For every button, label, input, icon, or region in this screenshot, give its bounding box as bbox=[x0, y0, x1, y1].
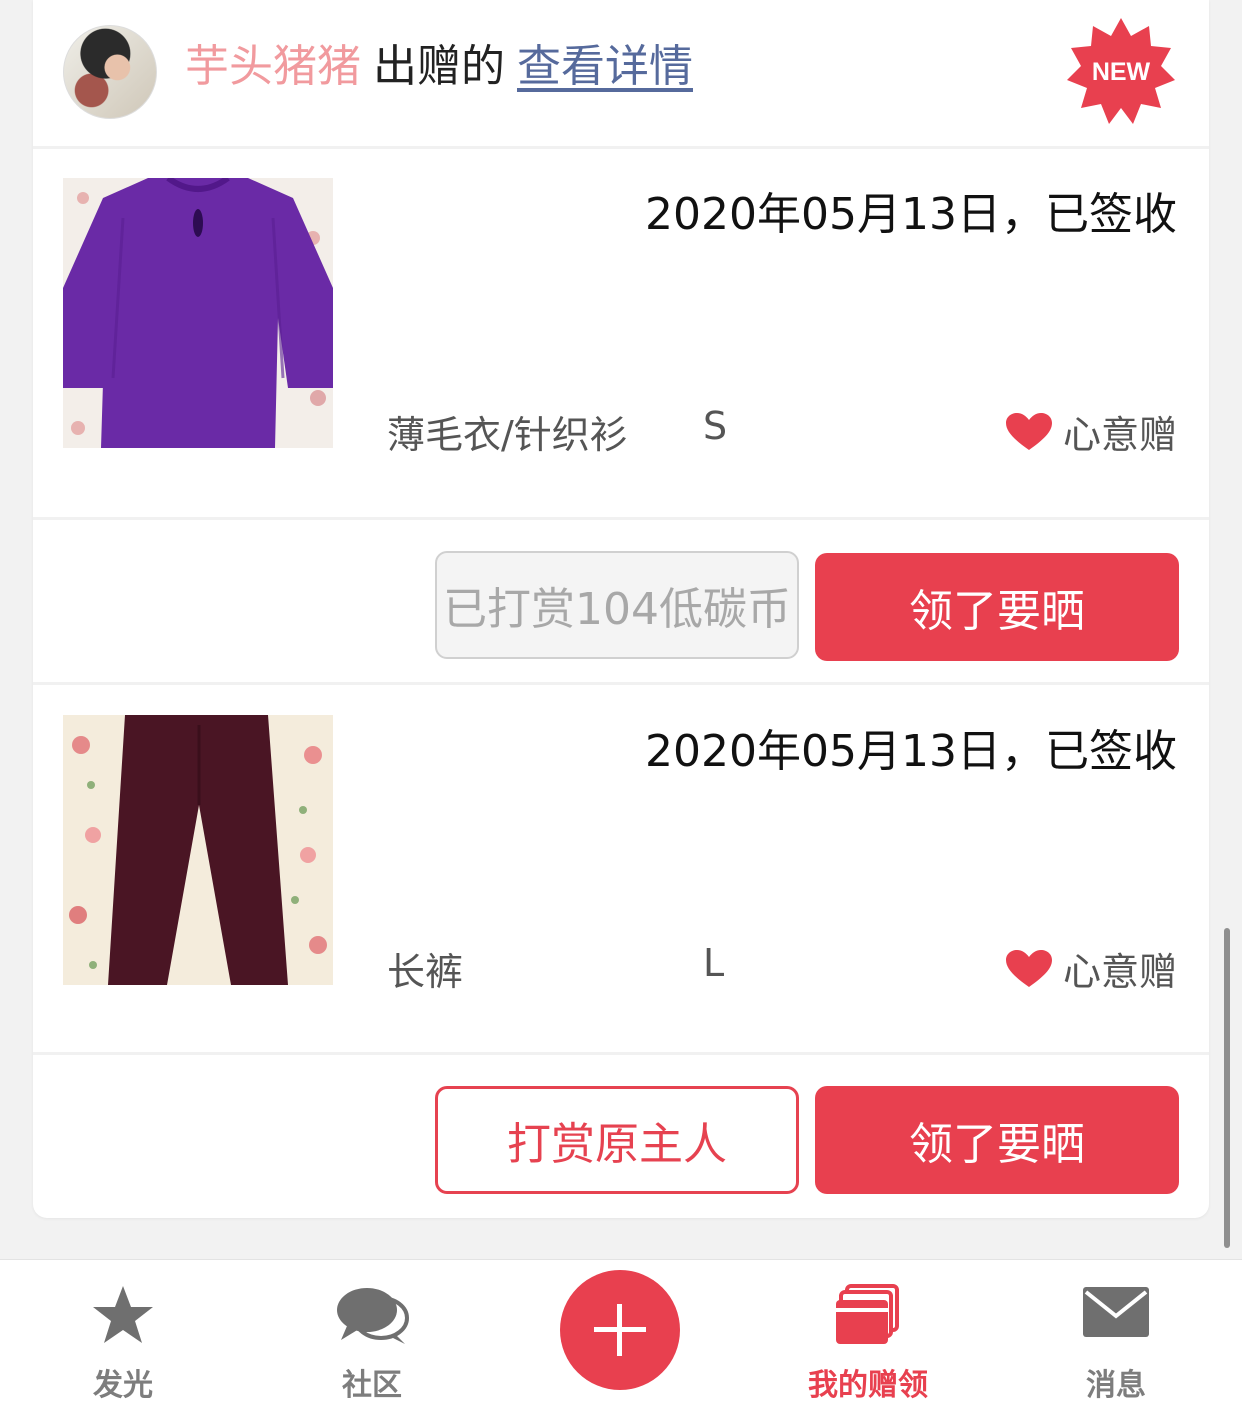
gift-type-label: 心意赠 bbox=[1062, 413, 1177, 457]
tab-my-gifts[interactable]: 我的赠领 bbox=[768, 1260, 968, 1407]
item-photo-purple-sweater[interactable] bbox=[63, 178, 333, 448]
share-received-button[interactable]: 领了要晒 bbox=[815, 1086, 1179, 1194]
tab-label: 发光 bbox=[93, 1368, 153, 1403]
heart-icon bbox=[1005, 949, 1052, 987]
item-date-status: 2020年05月13日，已签收 bbox=[645, 726, 1177, 777]
star-icon bbox=[93, 1286, 153, 1343]
gift-type-label: 心意赠 bbox=[1062, 950, 1177, 994]
tipped-status-button: 已打赏104低碳币 bbox=[435, 551, 799, 659]
item-size: S bbox=[703, 404, 728, 448]
card-header: 芋头猪猪 出赠的 查看详情 NEW bbox=[33, 0, 1209, 146]
tab-shine[interactable]: 发光 bbox=[23, 1260, 223, 1407]
envelope-icon bbox=[1083, 1287, 1149, 1337]
donor-line: 芋头猪猪 出赠的 查看详情 bbox=[185, 36, 693, 98]
gift-type: 心意赠 bbox=[1005, 404, 1177, 459]
item-category: 薄毛衣/针织衫 bbox=[387, 413, 628, 457]
share-received-button[interactable]: 领了要晒 bbox=[815, 553, 1179, 661]
view-details-link[interactable]: 查看详情 bbox=[517, 41, 693, 92]
divider bbox=[33, 517, 1209, 520]
gift-box-icon bbox=[836, 1284, 899, 1344]
new-badge: NEW bbox=[1067, 18, 1175, 124]
add-donation-button[interactable] bbox=[560, 1270, 680, 1390]
scrollbar[interactable] bbox=[1224, 928, 1230, 1248]
donor-avatar[interactable] bbox=[63, 25, 157, 119]
heart-icon bbox=[1005, 412, 1052, 450]
tab-label: 消息 bbox=[1086, 1368, 1146, 1403]
donor-name[interactable]: 芋头猪猪 bbox=[185, 41, 361, 92]
chat-bubbles-icon bbox=[337, 1288, 409, 1344]
item-date-status: 2020年05月13日，已签收 bbox=[645, 189, 1177, 240]
item-photo-burgundy-pants[interactable] bbox=[63, 715, 333, 985]
tab-messages[interactable]: 消息 bbox=[1016, 1260, 1216, 1407]
tab-label: 社区 bbox=[342, 1368, 402, 1403]
donation-card: 芋头猪猪 出赠的 查看详情 NEW 2020年05月13日，已签收 薄毛衣/针织衫 … bbox=[33, 0, 1209, 1218]
tip-original-owner-button[interactable]: 打赏原主人 bbox=[435, 1086, 799, 1194]
gift-item[interactable]: 2020年05月13日，已签收 薄毛衣/针织衫 S 心意赠 bbox=[33, 148, 1209, 518]
item-size: L bbox=[703, 941, 725, 985]
gift-type: 心意赠 bbox=[1005, 941, 1177, 996]
new-badge-text: NEW bbox=[1092, 58, 1151, 86]
gift-item[interactable]: 2020年05月13日，已签收 长裤 L 心意赠 bbox=[33, 685, 1209, 1055]
divider bbox=[33, 1052, 1209, 1055]
tab-label: 我的赠领 bbox=[808, 1368, 928, 1403]
item-category: 长裤 bbox=[387, 950, 464, 994]
donation-action-text: 出赠的 bbox=[373, 41, 505, 92]
plus-icon bbox=[594, 1304, 646, 1356]
tab-community[interactable]: 社区 bbox=[272, 1260, 472, 1407]
